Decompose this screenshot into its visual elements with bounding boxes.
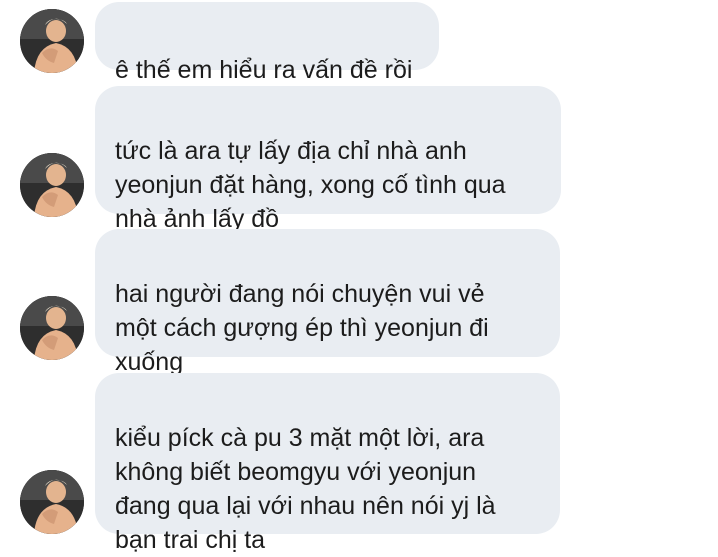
message-text: tức là ara tự lấy địa chỉ nhà anh yeonju… (115, 137, 506, 233)
avatar-image (20, 470, 84, 534)
avatar[interactable] (20, 9, 84, 73)
avatar[interactable] (20, 153, 84, 217)
avatar-image (20, 153, 84, 217)
message-bubble: ê thế em hiểu ra vấn đề rồi (95, 2, 439, 84)
message-text: hai người đang nói chuyện vui vẻ một các… (115, 280, 489, 376)
avatar[interactable] (20, 296, 84, 360)
avatar-image (20, 9, 84, 73)
message-bubble: hai người đang nói chuyện vui vẻ một các… (95, 229, 560, 376)
chat-thread: ê thế em hiểu ra vấn đề rồi tức là ara t… (0, 0, 718, 554)
avatar[interactable] (20, 470, 84, 534)
message-bubble: kiểu píck cà pu 3 mặt một lời, ara không… (95, 373, 560, 554)
message-bubble: tức là ara tự lấy địa chỉ nhà anh yeonju… (95, 86, 561, 233)
message-text: ê thế em hiểu ra vấn đề rồi (115, 56, 413, 84)
message-text: kiểu píck cà pu 3 mặt một lời, ara không… (115, 424, 496, 554)
avatar-image (20, 296, 84, 360)
